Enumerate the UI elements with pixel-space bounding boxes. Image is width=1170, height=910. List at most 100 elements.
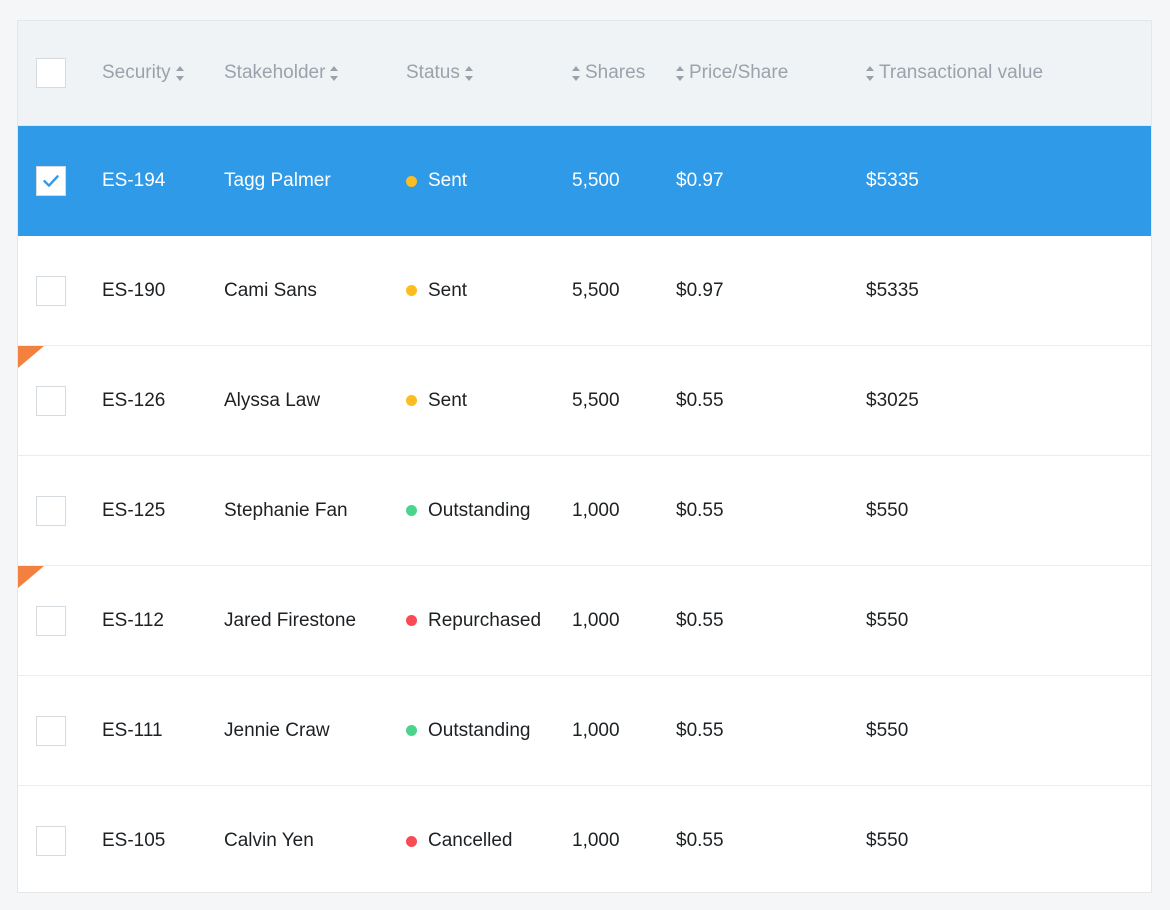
sort-toggle-icon[interactable] <box>866 66 875 81</box>
row-select-cell <box>18 716 102 746</box>
cell-stakeholder: Cami Sans <box>224 280 406 302</box>
status-label: Repurchased <box>428 610 541 632</box>
cell-price: $0.55 <box>676 720 866 742</box>
cell-security: ES-126 <box>102 390 224 412</box>
cell-value: $3025 <box>866 390 1151 412</box>
status-dot-icon <box>406 285 417 296</box>
cell-shares: 1,000 <box>572 610 676 632</box>
sort-toggle-icon[interactable] <box>676 66 685 81</box>
cell-value: $550 <box>866 830 1151 852</box>
cell-shares: 5,500 <box>572 280 676 302</box>
table-body: ES-194Tagg PalmerSent5,500$0.97$5335ES-1… <box>18 126 1151 893</box>
status-cell: Sent <box>406 390 572 412</box>
column-header-price[interactable]: Price/Share <box>676 62 866 84</box>
cell-price: $0.55 <box>676 390 866 412</box>
status-label: Outstanding <box>428 720 530 742</box>
row-select-checkbox[interactable] <box>36 496 66 526</box>
status-dot-icon <box>406 395 417 406</box>
row-select-cell <box>18 386 102 416</box>
cell-price: $0.55 <box>676 610 866 632</box>
cell-price: $0.55 <box>676 500 866 522</box>
cell-shares: 5,500 <box>572 390 676 412</box>
status-dot-icon <box>406 505 417 516</box>
status-label: Sent <box>428 170 467 192</box>
table-header-row: Security Stakeholder Status Shares Price/Sha… <box>18 21 1151 126</box>
checkmark-icon <box>41 171 61 191</box>
column-header-security[interactable]: Security <box>102 62 224 84</box>
flag-corner-marker-icon <box>18 566 44 588</box>
status-label: Cancelled <box>428 830 513 852</box>
cell-stakeholder: Tagg Palmer <box>224 170 406 192</box>
row-select-checkbox[interactable] <box>36 386 66 416</box>
column-header-shares[interactable]: Shares <box>572 62 676 84</box>
column-header-label: Security <box>102 62 171 84</box>
column-header-label: Status <box>406 62 460 84</box>
cell-stakeholder: Alyssa Law <box>224 390 406 412</box>
cell-price: $0.97 <box>676 280 866 302</box>
row-select-cell <box>18 276 102 306</box>
status-cell: Sent <box>406 280 572 302</box>
status-cell: Sent <box>406 170 572 192</box>
cell-price: $0.97 <box>676 170 866 192</box>
table-row[interactable]: ES-190Cami Sans Sent 5,500$0.97$5335 <box>18 236 1151 346</box>
status-dot-icon <box>406 615 417 626</box>
row-select-checkbox[interactable] <box>36 826 66 856</box>
cell-security: ES-190 <box>102 280 224 302</box>
cell-shares: 1,000 <box>572 830 676 852</box>
cell-stakeholder: Stephanie Fan <box>224 500 406 522</box>
cell-value: $550 <box>866 610 1151 632</box>
row-select-checkbox[interactable] <box>36 606 66 636</box>
row-select-checkbox[interactable] <box>36 166 66 196</box>
cell-shares: 1,000 <box>572 500 676 522</box>
sort-toggle-icon[interactable] <box>465 66 474 81</box>
cell-security: ES-125 <box>102 500 224 522</box>
row-select-cell <box>18 606 102 636</box>
cell-value: $550 <box>866 720 1151 742</box>
table-row[interactable]: ES-126Alyssa LawSent5,500$0.55$3025 <box>18 346 1151 456</box>
column-header-label: Stakeholder <box>224 62 325 84</box>
select-all-header-cell <box>18 58 102 88</box>
row-select-checkbox[interactable] <box>36 276 66 306</box>
status-dot-icon <box>406 725 417 736</box>
cell-shares: 5,500 <box>572 170 676 192</box>
status-label: Sent <box>428 280 467 302</box>
status-cell: Outstanding <box>406 500 572 522</box>
column-header-value[interactable]: Transactional value <box>866 62 1151 84</box>
column-header-label: Price/Share <box>689 62 788 84</box>
row-select-checkbox[interactable] <box>36 716 66 746</box>
cell-security: ES-112 <box>102 610 224 632</box>
row-select-cell <box>18 166 102 196</box>
cell-security: ES-194 <box>102 170 224 192</box>
table-row[interactable]: ES-112Jared Firestone Repurchased 1,000$0.… <box>18 566 1151 676</box>
row-select-cell <box>18 826 102 856</box>
table-row[interactable]: ES-105Calvin YenCancelled1,000$0.55$550 <box>18 786 1151 893</box>
cell-value: $5335 <box>866 170 1151 192</box>
status-cell: Outstanding <box>406 720 572 742</box>
status-label: Outstanding <box>428 500 530 522</box>
cell-security: ES-105 <box>102 830 224 852</box>
column-header-label: Transactional value <box>879 62 1043 84</box>
row-select-cell <box>18 496 102 526</box>
sort-toggle-icon[interactable] <box>572 66 581 81</box>
flag-corner-marker-icon <box>18 346 44 368</box>
column-header-status[interactable]: Status <box>406 62 572 84</box>
table-row[interactable]: ES-194Tagg Palmer Sent 5,500$0.97$5335 <box>18 126 1151 236</box>
securities-table-card: Security Stakeholder Status Shares Price/Sha… <box>17 20 1152 893</box>
cell-stakeholder: Jared Firestone <box>224 610 406 632</box>
cell-price: $0.55 <box>676 830 866 852</box>
table-row[interactable]: ES-111Jennie Craw Outstanding 1,000$0.55$5… <box>18 676 1151 786</box>
status-dot-icon <box>406 176 417 187</box>
column-header-stakeholder[interactable]: Stakeholder <box>224 62 406 84</box>
sort-toggle-icon[interactable] <box>176 66 185 81</box>
sort-toggle-icon[interactable] <box>330 66 339 81</box>
select-all-checkbox[interactable] <box>36 58 66 88</box>
cell-security: ES-111 <box>102 720 224 742</box>
status-cell: Repurchased <box>406 610 572 632</box>
column-header-label: Shares <box>585 62 645 84</box>
cell-shares: 1,000 <box>572 720 676 742</box>
cell-value: $550 <box>866 500 1151 522</box>
cell-value: $5335 <box>866 280 1151 302</box>
cell-stakeholder: Jennie Craw <box>224 720 406 742</box>
status-dot-icon <box>406 836 417 847</box>
table-row[interactable]: ES-125Stephanie Fan Outstanding 1,000$0.55… <box>18 456 1151 566</box>
